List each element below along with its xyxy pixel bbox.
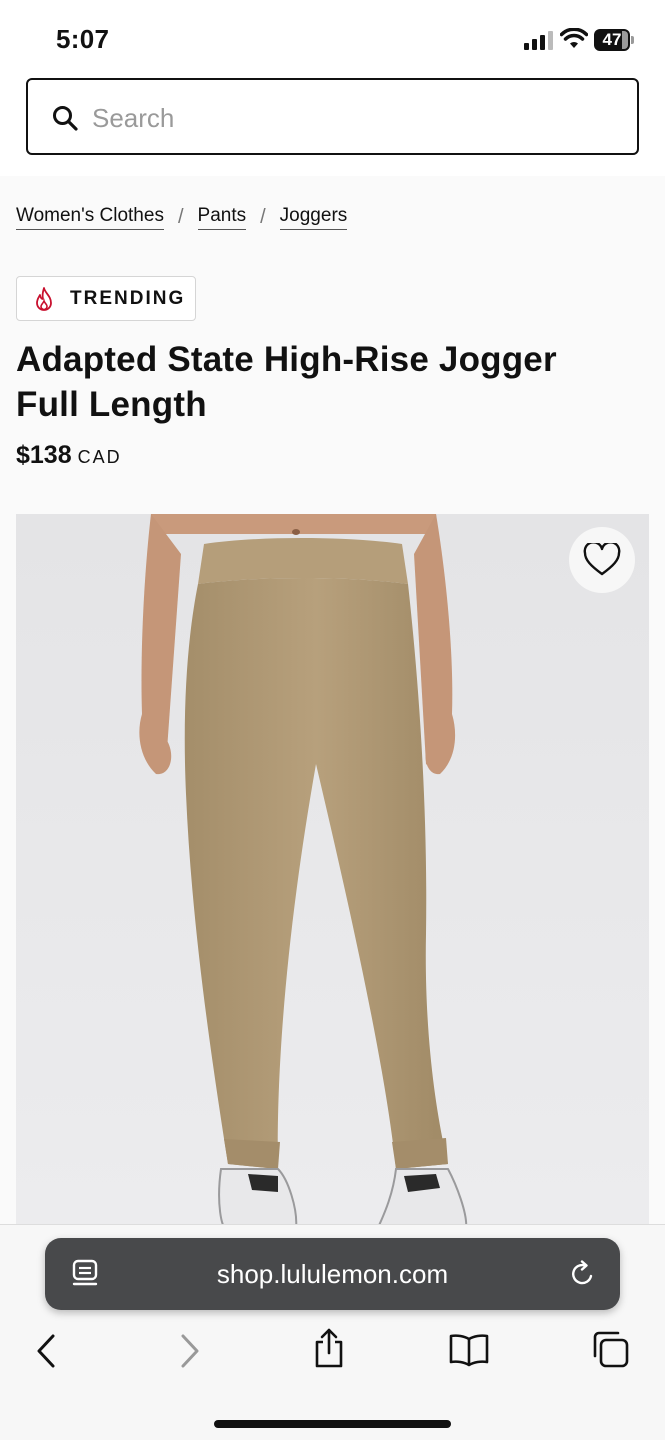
battery-level: 47 — [602, 30, 622, 49]
breadcrumb-separator: / — [260, 206, 266, 228]
breadcrumb-separator: / — [177, 206, 184, 228]
product-title: Adapted State High-Rise Jogger Full Leng… — [16, 337, 616, 427]
search-input[interactable] — [92, 96, 612, 140]
search-area — [0, 78, 665, 176]
address-bar[interactable]: shop.lululemon.com — [45, 1238, 620, 1310]
trending-label: TRENDING — [70, 288, 186, 309]
search-box[interactable] — [26, 78, 639, 155]
status-bar: 5:07 47 — [0, 0, 665, 78]
cellular-signal-icon — [524, 31, 553, 50]
home-indicator[interactable] — [214, 1420, 451, 1428]
breadcrumb-pants[interactable]: Pants — [197, 205, 247, 230]
favorite-button[interactable] — [569, 527, 635, 593]
product-photo — [16, 514, 649, 1229]
trending-badge: TRENDING — [16, 276, 196, 321]
battery-icon: 47 — [594, 29, 634, 51]
status-time: 5:07 — [56, 24, 110, 54]
search-icon — [53, 106, 78, 131]
heart-outline-icon — [583, 543, 621, 576]
product-image[interactable] — [16, 514, 649, 1229]
browser-bottom-bar: shop.lululemon.com — [0, 1224, 665, 1440]
breadcrumb-joggers[interactable]: Joggers — [279, 205, 348, 230]
tabs-icon[interactable] — [590, 1329, 630, 1369]
breadcrumb: Women's Clothes / Pants / Joggers — [16, 205, 348, 230]
forward-icon[interactable] — [176, 1333, 202, 1369]
product-title-line1: Adapted State High-Rise Jogger — [16, 340, 557, 379]
wifi-icon — [560, 28, 588, 48]
share-icon[interactable] — [312, 1327, 346, 1369]
breadcrumb-womens-clothes[interactable]: Women's Clothes — [16, 205, 164, 230]
back-icon[interactable] — [34, 1333, 60, 1369]
price-amount: $138 — [16, 441, 72, 469]
bookmarks-icon[interactable] — [448, 1333, 490, 1367]
url-text: shop.lululemon.com — [216, 1259, 449, 1289]
reload-icon[interactable] — [569, 1260, 597, 1288]
price-currency: CAD — [77, 447, 122, 467]
flame-icon — [36, 287, 52, 311]
product-price: $138 CAD — [16, 441, 122, 470]
product-title-line2: Full Length — [16, 385, 207, 424]
